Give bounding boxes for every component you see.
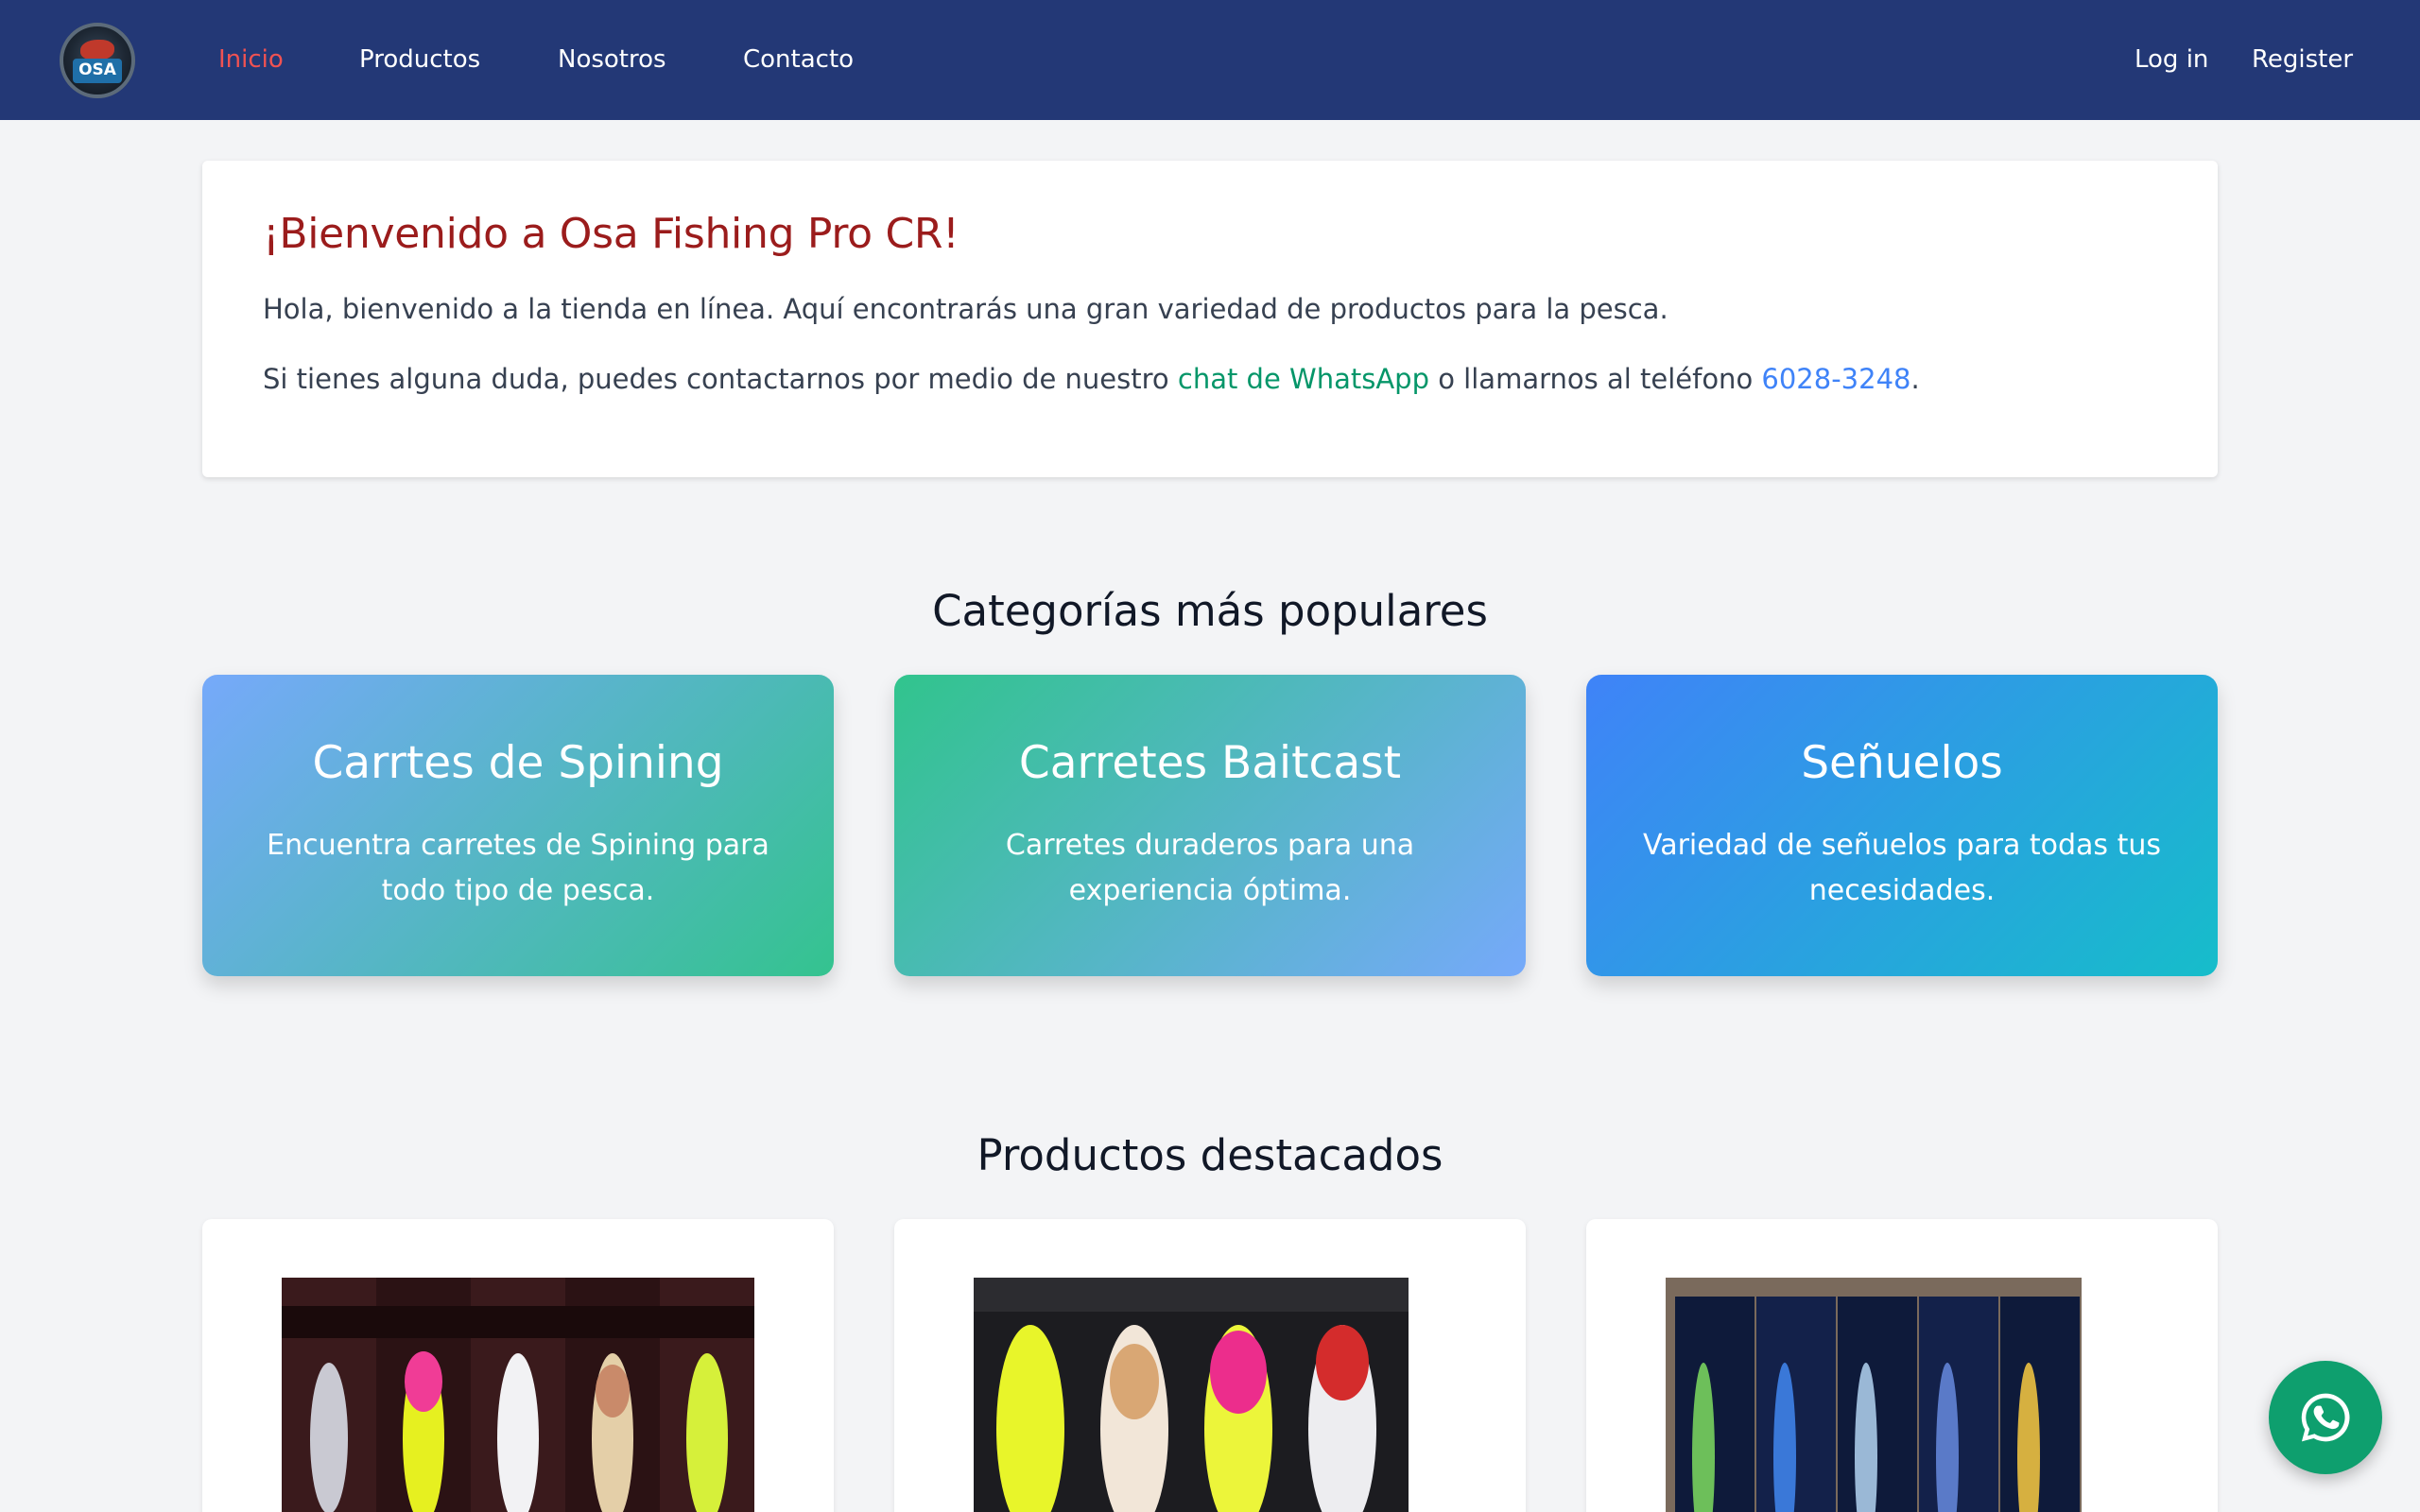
- whatsapp-icon: [2301, 1393, 2350, 1442]
- product-image: [1666, 1278, 2082, 1512]
- category-card-spinning[interactable]: Carrtes de Spining Encuentra carretes de…: [202, 675, 834, 976]
- osa-logo[interactable]: OSA: [60, 23, 135, 98]
- contact-text-suffix: .: [1910, 362, 1920, 395]
- nav-link-productos[interactable]: Productos: [359, 45, 480, 74]
- nav-link-inicio[interactable]: Inicio: [218, 45, 284, 74]
- contact-text-mid: o llamarnos al teléfono: [1429, 362, 1762, 395]
- welcome-title: ¡Bienvenido a Osa Fishing Pro CR!: [263, 210, 959, 258]
- whatsapp-chat-link[interactable]: chat de WhatsApp: [1178, 363, 1429, 395]
- nav-link-nosotros[interactable]: Nosotros: [558, 45, 666, 74]
- welcome-paragraph: Hola, bienvenido a la tienda en línea. A…: [263, 293, 1668, 325]
- top-navbar: OSA Inicio Productos Nosotros Contacto L…: [0, 0, 2420, 120]
- login-link[interactable]: Log in: [2135, 45, 2208, 74]
- categories-title: Categorías más populares: [932, 586, 1488, 636]
- register-link[interactable]: Register: [2252, 45, 2353, 74]
- category-title: Señuelos: [1801, 737, 2003, 789]
- category-card-baitcast[interactable]: Carretes Baitcast Carretes duraderos par…: [894, 675, 1526, 976]
- product-card[interactable]: [202, 1219, 834, 1512]
- category-description: Encuentra carretes de Spining para todo …: [267, 829, 769, 907]
- whatsapp-floating-button[interactable]: [2269, 1361, 2382, 1474]
- category-title: Carretes Baitcast: [1018, 737, 1402, 789]
- featured-title: Productos destacados: [977, 1130, 1443, 1180]
- category-description: Carretes duraderos para una experiencia …: [1005, 829, 1415, 907]
- product-card[interactable]: [894, 1219, 1526, 1512]
- contact-paragraph: Si tienes alguna duda, puedes contactarn…: [263, 362, 2157, 398]
- welcome-card: ¡Bienvenido a Osa Fishing Pro CR! Hola, …: [202, 161, 2218, 477]
- product-image: [282, 1278, 754, 1512]
- category-description: Variedad de señuelos para todas tus nece…: [1643, 829, 2161, 907]
- phone-link[interactable]: 6028-3248: [1761, 363, 1910, 395]
- product-card[interactable]: [1586, 1219, 2218, 1512]
- contact-text-prefix: Si tienes alguna duda, puedes contactarn…: [263, 362, 1178, 395]
- product-image: [974, 1278, 1409, 1512]
- category-card-senuelos[interactable]: Señuelos Variedad de señuelos para todas…: [1586, 675, 2218, 976]
- logo-text: OSA: [78, 60, 116, 79]
- category-title: Carrtes de Spining: [312, 737, 724, 789]
- nav-link-contacto[interactable]: Contacto: [743, 45, 854, 74]
- fish-logo-icon: [80, 40, 114, 60]
